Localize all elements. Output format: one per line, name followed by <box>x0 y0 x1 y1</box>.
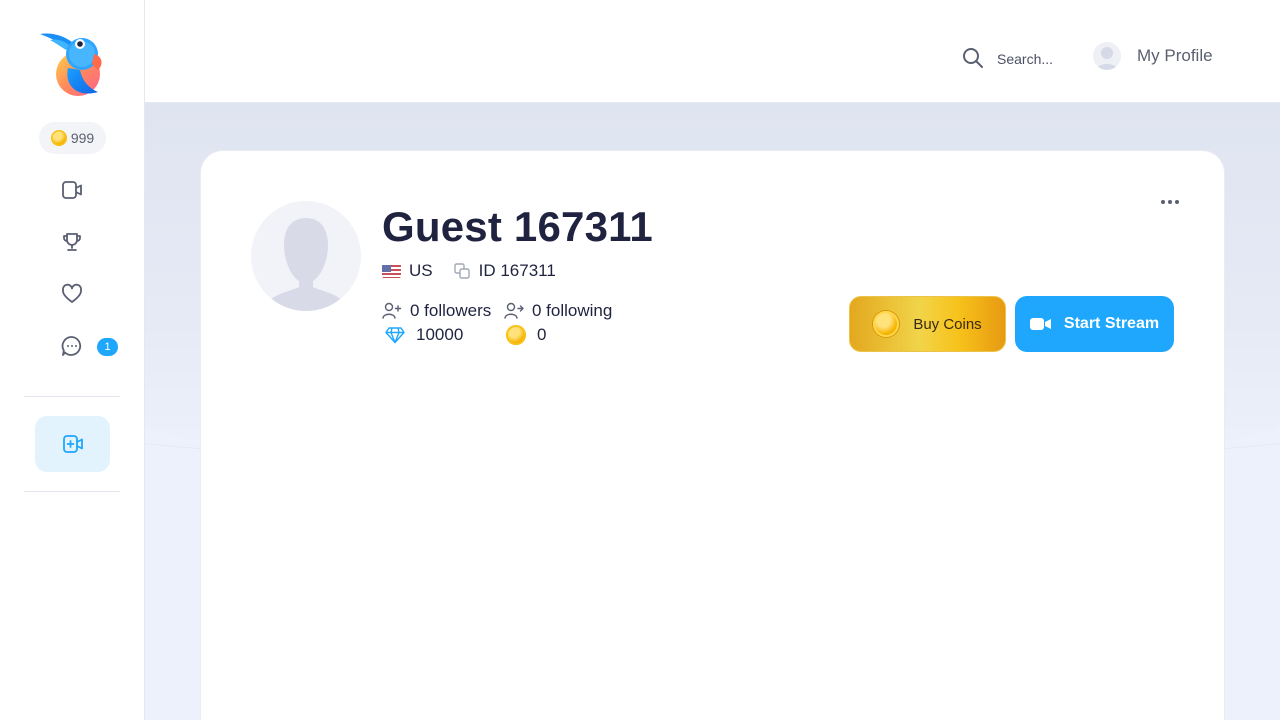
bird-logo-icon[interactable] <box>38 28 108 98</box>
chat-icon <box>61 336 82 356</box>
my-profile-label: My Profile <box>1137 46 1213 65</box>
trophy-icon <box>63 233 81 251</box>
coins-stat: 0 <box>506 325 546 345</box>
profile-card: Guest 167311 US ID 167311 0 followers 0 … <box>201 151 1224 720</box>
add-user-icon <box>382 302 402 319</box>
search-input[interactable] <box>997 46 1077 72</box>
coin-icon <box>506 325 526 345</box>
coins-count: 0 <box>537 325 547 344</box>
following-stat[interactable]: 0 following <box>504 301 612 321</box>
sidebar-item-leaderboard[interactable] <box>58 228 86 256</box>
messages-badge: 1 <box>97 338 118 356</box>
us-flag-icon <box>382 264 401 278</box>
search-icon[interactable] <box>961 46 985 70</box>
sidebar-item-messages[interactable] <box>58 332 86 360</box>
video-plus-icon <box>62 435 83 453</box>
main-content: Guest 167311 US ID 167311 0 followers 0 … <box>145 103 1280 720</box>
coin-balance-value: 999 <box>70 130 95 146</box>
more-dot <box>1175 200 1179 204</box>
profile-avatar[interactable] <box>251 201 361 311</box>
followers-count: 0 followers <box>410 301 492 320</box>
sidebar-divider <box>24 491 120 492</box>
top-header: My Profile <box>145 0 1280 103</box>
buy-coins-label: Buy Coins <box>913 315 982 333</box>
my-profile-link[interactable]: My Profile <box>1093 42 1213 70</box>
sidebar: 999 1 <box>0 0 145 720</box>
video-camera-icon <box>1029 318 1051 330</box>
profile-username: Guest 167311 <box>382 203 653 250</box>
coin-icon <box>873 311 900 337</box>
buy-coins-button[interactable]: Buy Coins <box>849 296 1006 352</box>
create-stream-button[interactable] <box>35 416 110 472</box>
diamond-icon <box>385 327 405 344</box>
profile-country: US <box>409 261 433 280</box>
profile-id: ID 167311 <box>478 261 556 280</box>
profile-meta: US ID 167311 <box>382 261 556 281</box>
diamonds-stat: 10000 <box>385 325 463 345</box>
following-user-icon <box>504 302 524 319</box>
live-icon <box>62 181 82 199</box>
more-dots-icon <box>1161 200 1165 204</box>
copy-icon[interactable] <box>453 262 471 280</box>
heart-icon <box>62 283 82 303</box>
sidebar-item-favorites[interactable] <box>58 280 86 308</box>
start-stream-button[interactable]: Start Stream <box>1015 296 1174 352</box>
sidebar-item-live[interactable] <box>58 176 86 204</box>
following-count: 0 following <box>532 301 613 320</box>
start-stream-label: Start Stream <box>1063 315 1160 332</box>
avatar <box>1093 42 1121 70</box>
coin-balance[interactable]: 999 <box>39 122 106 154</box>
more-dot <box>1168 200 1172 204</box>
diamonds-count: 10000 <box>416 325 464 344</box>
sidebar-divider <box>24 396 120 397</box>
followers-stat[interactable]: 0 followers <box>382 301 491 321</box>
coin-icon <box>50 130 67 146</box>
more-options-button[interactable] <box>1161 197 1183 207</box>
